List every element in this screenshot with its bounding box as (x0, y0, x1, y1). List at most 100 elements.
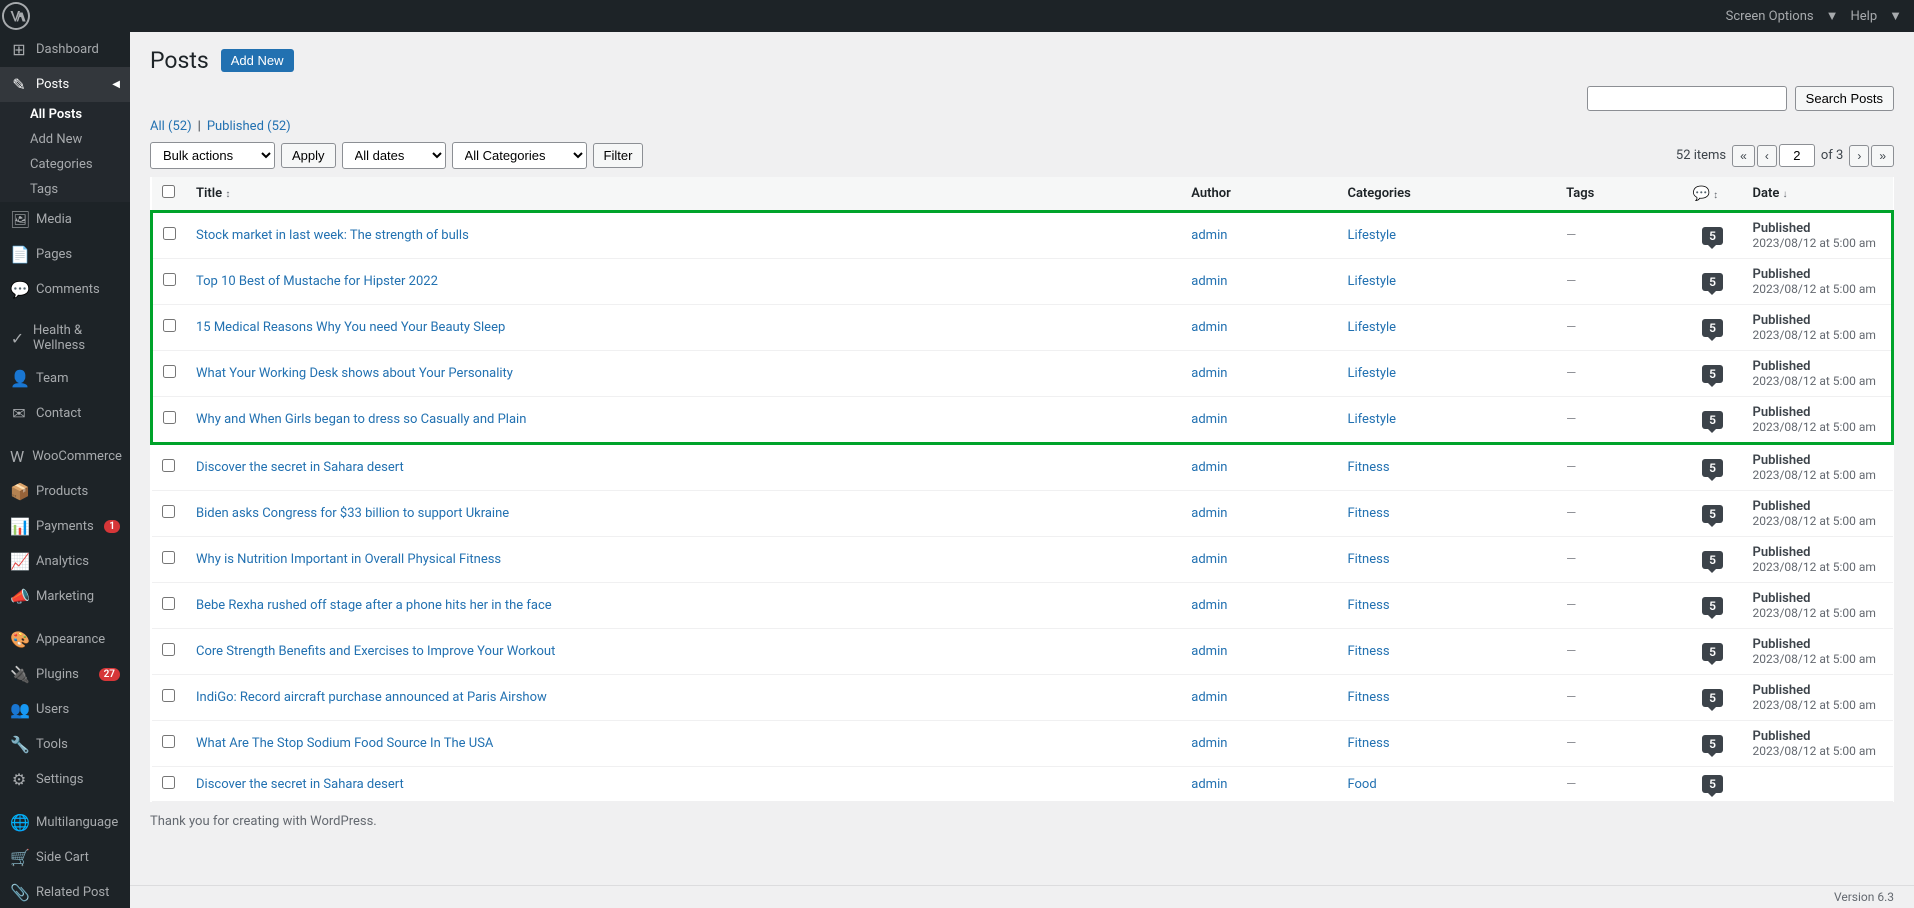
category-link[interactable]: Food (1347, 777, 1376, 792)
last-page-button[interactable]: » (1871, 145, 1894, 167)
post-title-link[interactable]: Why is Nutrition Important in Overall Ph… (196, 552, 501, 567)
category-link[interactable]: Fitness (1347, 736, 1389, 751)
comment-count-badge[interactable]: 5 (1702, 505, 1723, 523)
published-tab[interactable]: Published (52) (207, 119, 291, 134)
post-title-link[interactable]: What Are The Stop Sodium Food Source In … (196, 736, 493, 751)
sidebar-item-comments[interactable]: 💬 Comments (0, 272, 130, 307)
row-checkbox[interactable] (163, 365, 176, 378)
category-link[interactable]: Fitness (1347, 506, 1389, 521)
comment-count-badge[interactable]: 5 (1702, 689, 1723, 707)
row-checkbox[interactable] (162, 551, 175, 564)
all-categories-select[interactable]: All Categories (452, 142, 587, 169)
sidebar-item-plugins[interactable]: 🔌 Plugins 27 (0, 657, 130, 692)
author-link[interactable]: admin (1191, 644, 1227, 659)
apply-button[interactable]: Apply (281, 143, 336, 168)
post-title-link[interactable]: Discover the secret in Sahara desert (196, 777, 404, 792)
comment-count-badge[interactable]: 5 (1702, 227, 1723, 245)
select-all-checkbox[interactable] (162, 185, 175, 198)
author-link[interactable]: admin (1191, 274, 1227, 289)
author-link[interactable]: admin (1191, 506, 1227, 521)
post-title-link[interactable]: Core Strength Benefits and Exercises to … (196, 644, 555, 659)
row-checkbox[interactable] (162, 505, 175, 518)
category-link[interactable]: Lifestyle (1347, 228, 1396, 243)
sidebar-item-woocommerce[interactable]: W WooCommerce (0, 439, 130, 474)
author-link[interactable]: admin (1191, 460, 1227, 475)
sidebar-item-health-wellness[interactable]: ✓ Health & Wellness (0, 315, 130, 361)
sidebar-item-contact[interactable]: ✉ Contact (0, 396, 130, 431)
comment-count-badge[interactable]: 5 (1702, 365, 1723, 383)
sidebar-item-appearance[interactable]: 🎨 Appearance (0, 622, 130, 657)
sidebar-item-pages[interactable]: 📄 Pages (0, 237, 130, 272)
sidebar-item-add-new[interactable]: Add New (0, 127, 130, 152)
sidebar-item-payments[interactable]: 📊 Payments 1 (0, 509, 130, 544)
comment-count-badge[interactable]: 5 (1702, 319, 1723, 337)
next-page-button[interactable]: › (1849, 145, 1869, 167)
comment-count-badge[interactable]: 5 (1702, 735, 1723, 753)
comment-count-badge[interactable]: 5 (1702, 273, 1723, 291)
category-link[interactable]: Lifestyle (1347, 274, 1396, 289)
sidebar-item-team[interactable]: 👤 Team (0, 361, 130, 396)
category-link[interactable]: Fitness (1347, 552, 1389, 567)
post-title-link[interactable]: 15 Medical Reasons Why You need Your Bea… (196, 320, 505, 335)
row-checkbox[interactable] (162, 776, 175, 789)
row-checkbox[interactable] (162, 735, 175, 748)
author-link[interactable]: admin (1191, 228, 1227, 243)
sidebar-item-dashboard[interactable]: ⊞ Dashboard (0, 32, 130, 67)
post-title-link[interactable]: IndiGo: Record aircraft purchase announc… (196, 690, 547, 705)
row-checkbox[interactable] (162, 597, 175, 610)
sidebar-item-posts[interactable]: ✎ Posts ◀ (0, 67, 130, 102)
post-title-link[interactable]: Bebe Rexha rushed off stage after a phon… (196, 598, 552, 613)
row-checkbox[interactable] (163, 319, 176, 332)
add-new-button[interactable]: Add New (221, 49, 294, 72)
post-title-link[interactable]: Biden asks Congress for $33 billion to s… (196, 506, 509, 521)
th-date[interactable]: Date ↓ (1743, 177, 1893, 212)
search-input[interactable] (1587, 86, 1787, 111)
sidebar-item-tools[interactable]: 🔧 Tools (0, 727, 130, 762)
category-link[interactable]: Fitness (1347, 644, 1389, 659)
author-link[interactable]: admin (1191, 690, 1227, 705)
sidebar-item-categories[interactable]: Categories (0, 152, 130, 177)
category-link[interactable]: Lifestyle (1347, 366, 1396, 381)
post-title-link[interactable]: Top 10 Best of Mustache for Hipster 2022 (196, 274, 438, 289)
sidebar-item-products[interactable]: 📦 Products (0, 474, 130, 509)
row-checkbox[interactable] (162, 459, 175, 472)
sidebar-item-marketing[interactable]: 📣 Marketing (0, 579, 130, 614)
filter-button[interactable]: Filter (593, 143, 644, 168)
search-posts-button[interactable]: Search Posts (1795, 86, 1894, 111)
comment-count-badge[interactable]: 5 (1702, 459, 1723, 477)
author-link[interactable]: admin (1191, 598, 1227, 613)
comment-count-badge[interactable]: 5 (1702, 643, 1723, 661)
category-link[interactable]: Fitness (1347, 460, 1389, 475)
category-link[interactable]: Lifestyle (1347, 320, 1396, 335)
prev-page-button[interactable]: ‹ (1757, 145, 1777, 167)
post-title-link[interactable]: Discover the secret in Sahara desert (196, 460, 404, 475)
row-checkbox[interactable] (163, 411, 176, 424)
author-link[interactable]: admin (1191, 777, 1227, 792)
bulk-actions-select[interactable]: Bulk actions (150, 142, 275, 169)
row-checkbox[interactable] (163, 273, 176, 286)
sidebar-item-analytics[interactable]: 📈 Analytics (0, 544, 130, 579)
all-tab[interactable]: All (52) (150, 119, 192, 134)
author-link[interactable]: admin (1191, 320, 1227, 335)
row-checkbox[interactable] (162, 689, 175, 702)
sidebar-item-side-cart[interactable]: 🛒 Side Cart (0, 840, 130, 875)
sidebar-item-multilanguage[interactable]: 🌐 Multilanguage (0, 805, 130, 840)
post-title-link[interactable]: What Your Working Desk shows about Your … (196, 366, 513, 381)
title-sort-icon[interactable]: ↕ (225, 189, 230, 200)
first-page-button[interactable]: « (1732, 145, 1755, 167)
date-sort-icon[interactable]: ↓ (1783, 189, 1788, 200)
author-link[interactable]: admin (1191, 412, 1227, 427)
row-checkbox[interactable] (163, 227, 176, 240)
help-button[interactable]: Help (1850, 9, 1877, 24)
author-link[interactable]: admin (1191, 736, 1227, 751)
sidebar-item-users[interactable]: 👥 Users (0, 692, 130, 727)
sidebar-item-media[interactable]: 🖼 Media (0, 202, 130, 237)
category-link[interactable]: Fitness (1347, 690, 1389, 705)
comment-count-badge[interactable]: 5 (1702, 597, 1723, 615)
sidebar-item-related-post[interactable]: 📎 Related Post (0, 875, 130, 908)
th-title[interactable]: Title ↕ (186, 177, 1181, 212)
author-link[interactable]: admin (1191, 366, 1227, 381)
post-title-link[interactable]: Why and When Girls began to dress so Cas… (196, 412, 526, 427)
sidebar-item-tags[interactable]: Tags (0, 177, 130, 202)
comment-count-badge[interactable]: 5 (1702, 411, 1723, 429)
